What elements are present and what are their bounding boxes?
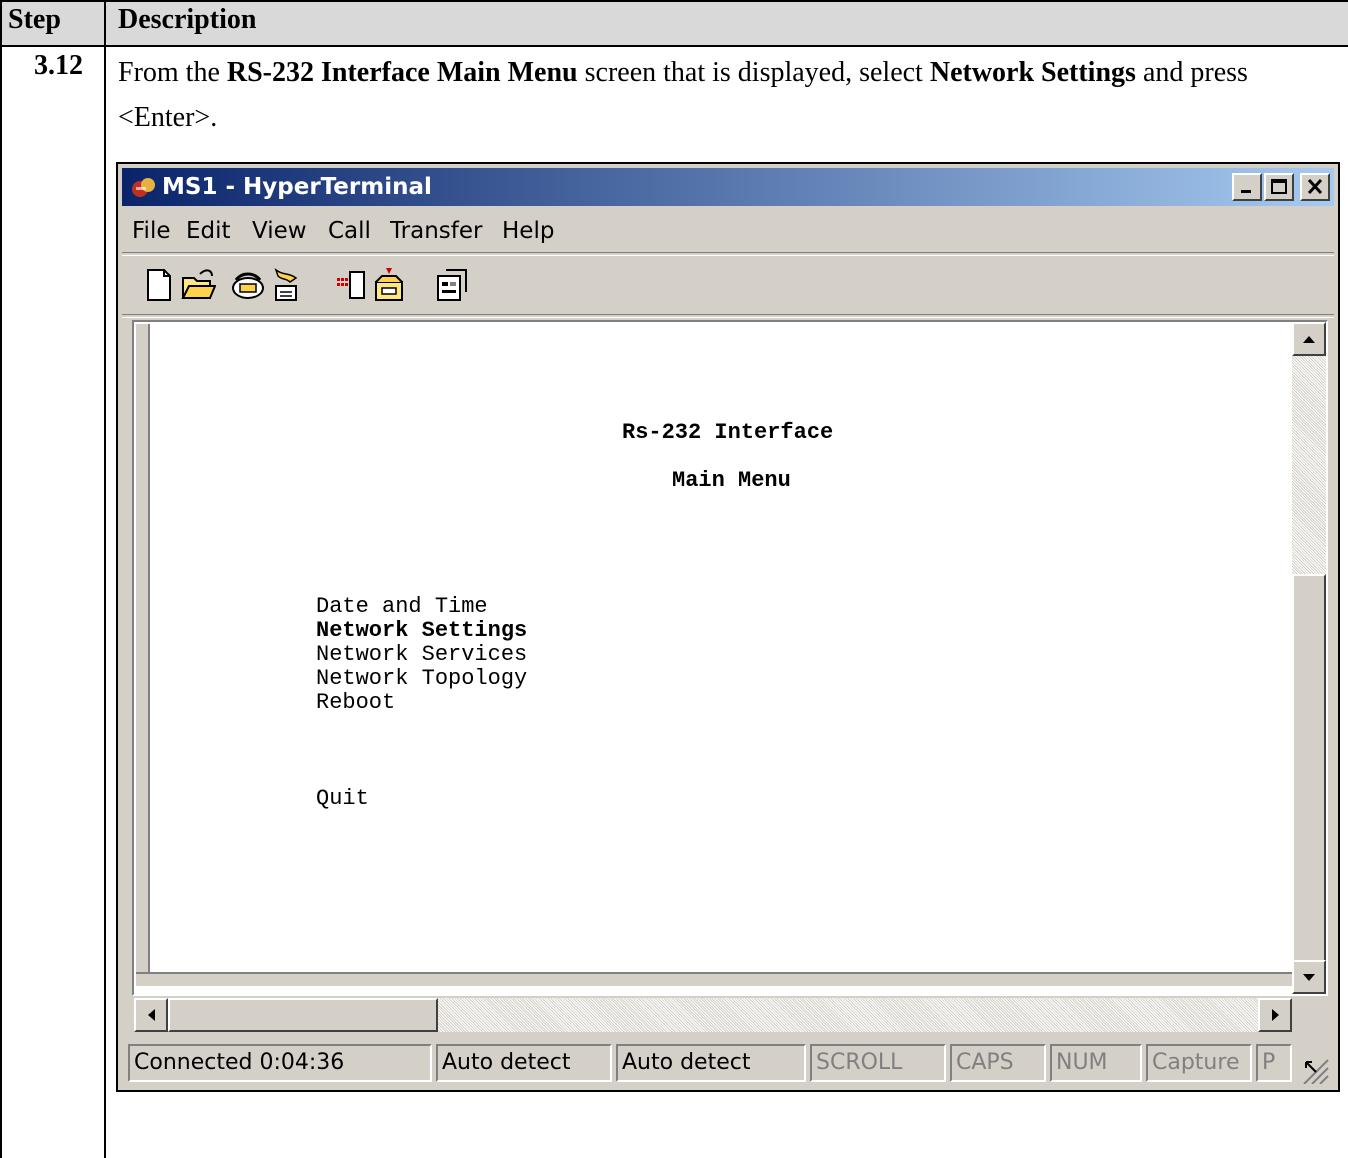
menu-edit[interactable]: Edit <box>186 218 231 244</box>
bold-network-settings: Network Settings <box>929 57 1136 88</box>
terminal-subheading: Main Menu <box>672 468 791 493</box>
terminal-bottom-margin <box>136 972 1292 986</box>
minimize-button[interactable] <box>1232 173 1262 201</box>
connect-icon[interactable] <box>230 266 266 304</box>
status-capture: Capture <box>1146 1044 1252 1082</box>
open-icon[interactable] <box>180 266 217 304</box>
table-header-divider <box>0 45 1348 47</box>
menu-help[interactable]: Help <box>502 218 554 244</box>
bold-rs232-menu: RS-232 Interface Main Menu <box>226 57 578 88</box>
horizontal-scrollbar[interactable] <box>134 998 1292 1032</box>
receive-icon[interactable] <box>372 266 408 304</box>
step-description: From the RS-232 Interface Main Menu scre… <box>118 57 1248 133</box>
hyperterminal-icon <box>130 173 158 201</box>
disconnect-icon[interactable] <box>268 266 304 304</box>
status-caps: CAPS <box>950 1044 1046 1082</box>
scroll-right-button[interactable] <box>1258 998 1292 1032</box>
menu-call[interactable]: Call <box>328 218 371 244</box>
menu-transfer[interactable]: Transfer <box>390 218 482 244</box>
header-description: Description <box>118 4 257 35</box>
toolbar-separator <box>122 314 1334 318</box>
menu-file[interactable]: File <box>132 218 171 244</box>
menu-option-date-time[interactable]: Date and Time <box>316 594 488 619</box>
maximize-button[interactable] <box>1264 173 1294 201</box>
vertical-scroll-thumb[interactable] <box>1292 574 1326 962</box>
status-num: NUM <box>1050 1044 1142 1082</box>
status-auto-detect-2: Auto detect <box>616 1044 806 1082</box>
header-step: Step <box>8 4 61 35</box>
menu-option-network-services[interactable]: Network Services <box>316 642 527 667</box>
menu-option-reboot[interactable]: Reboot <box>316 690 395 715</box>
status-bar: Connected 0:04:36 Auto detect Auto detec… <box>122 1038 1334 1086</box>
menu-separator <box>122 252 1334 256</box>
terminal-heading: Rs-232 Interface <box>622 420 834 445</box>
vertical-scrollbar[interactable] <box>1292 322 1326 994</box>
close-button[interactable] <box>1300 173 1330 201</box>
scroll-down-button[interactable] <box>1292 960 1326 994</box>
horizontal-scroll-thumb[interactable] <box>168 998 438 1032</box>
table-border-left <box>0 0 2 1158</box>
send-icon[interactable] <box>334 266 370 304</box>
status-auto-detect-1: Auto detect <box>436 1044 612 1082</box>
step-number: 3.12 <box>34 50 83 81</box>
menu-option-quit[interactable]: Quit <box>316 786 369 811</box>
table-column-divider <box>104 0 106 1158</box>
scroll-up-button[interactable] <box>1292 322 1326 356</box>
resize-grip-icon[interactable] <box>1300 1056 1330 1085</box>
title-bar[interactable]: MS1 - HyperTerminal <box>122 168 1334 206</box>
terminal-left-margin <box>136 324 150 974</box>
scroll-left-button[interactable] <box>134 998 168 1032</box>
window-title: MS1 - HyperTerminal <box>162 174 432 200</box>
menu-option-network-settings[interactable]: Network Settings <box>316 618 527 643</box>
status-connected: Connected 0:04:36 <box>128 1044 432 1082</box>
status-scroll: SCROLL <box>810 1044 946 1082</box>
status-print: P <box>1256 1044 1292 1082</box>
table-border-top <box>0 0 1348 2</box>
menu-bar: File Edit View Call Transfer Help <box>122 210 1334 250</box>
properties-icon[interactable] <box>434 266 470 304</box>
hyperterminal-window: MS1 - HyperTerminal File Edit View Call … <box>116 162 1340 1092</box>
new-icon[interactable] <box>142 266 178 304</box>
menu-view[interactable]: View <box>252 218 307 244</box>
toolbar <box>122 258 1334 316</box>
menu-option-network-topology[interactable]: Network Topology <box>316 666 527 691</box>
